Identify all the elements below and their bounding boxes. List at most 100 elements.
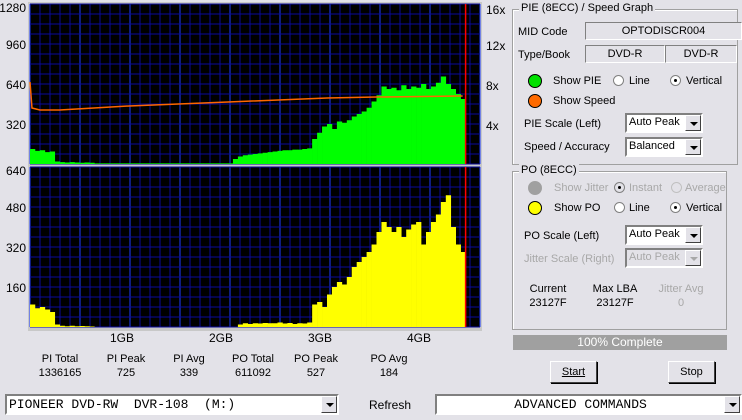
mid-code-label: MID Code <box>518 26 568 38</box>
po-bar <box>416 222 422 327</box>
disc-type-value: DVD-R <box>585 45 665 63</box>
po-bar <box>430 222 437 327</box>
po-bar <box>366 252 372 327</box>
pie-bar <box>133 163 140 164</box>
max-lba-label: Max LBA <box>592 283 638 295</box>
pie-bar <box>44 152 51 164</box>
stat-value: 1336165 <box>38 367 82 379</box>
pie-bar <box>208 163 214 164</box>
chevron-down-icon[interactable] <box>685 115 701 131</box>
pie-bar <box>223 163 229 164</box>
show-po-toggle[interactable] <box>528 201 542 215</box>
refresh-button[interactable]: Refresh <box>369 398 411 412</box>
pie-bar <box>158 163 164 164</box>
stat-value: 725 <box>116 367 136 379</box>
pie-bar <box>455 94 461 164</box>
pie-bar <box>341 122 348 164</box>
pie-bar <box>376 95 382 164</box>
po-bar <box>307 322 313 327</box>
po-bar <box>317 302 323 327</box>
max-lba-value: 23127F <box>596 297 634 309</box>
pie-bar <box>228 163 234 164</box>
po-bar <box>327 294 333 327</box>
stat-label: PI Avg <box>173 353 205 365</box>
stat-value: 527 <box>306 367 326 379</box>
pie-bar <box>138 163 145 164</box>
pie-bar <box>297 149 303 164</box>
po-bar <box>257 323 263 327</box>
speed-accuracy-select[interactable]: Balanced <box>625 137 703 157</box>
po-bar <box>89 326 95 327</box>
pie-line-radio[interactable] <box>613 75 624 86</box>
pie-bar <box>89 162 95 164</box>
pie-bar <box>322 126 328 164</box>
y2-tick-label: 8x <box>486 79 499 93</box>
pie-bar <box>153 163 159 164</box>
pie-vertical-radio[interactable] <box>670 75 681 86</box>
pie-bar <box>287 150 293 164</box>
po-line-radio[interactable] <box>614 202 625 213</box>
pie-bar <box>371 101 377 164</box>
po-bar <box>297 323 303 327</box>
pie-bar <box>59 162 65 164</box>
advanced-commands-select[interactable]: ADVANCED COMMANDS <box>435 394 742 415</box>
show-jitter-toggle <box>528 181 542 195</box>
po-bar <box>282 323 288 327</box>
x-tick-label: 3GB <box>308 331 332 345</box>
show-jitter-label: Show Jitter <box>554 182 609 194</box>
po-bar <box>346 277 353 327</box>
pie-bar <box>267 152 273 164</box>
po-bar <box>302 323 308 327</box>
speed-accuracy-value: Balanced <box>629 140 675 152</box>
show-pie-toggle[interactable] <box>528 74 542 88</box>
pie-bar <box>237 156 244 164</box>
pie-bar <box>34 150 41 164</box>
chevron-down-icon[interactable] <box>321 396 337 413</box>
drive-select[interactable]: PIONEER DVD-RW DVR-108 (M:) <box>5 394 339 415</box>
pie-scale-select[interactable]: Auto Peak <box>625 113 703 133</box>
y-tick-label: 320 <box>6 118 26 132</box>
po-bar <box>376 232 382 327</box>
chevron-down-icon[interactable] <box>685 139 701 155</box>
chevron-down-icon[interactable] <box>685 227 701 243</box>
po-bar <box>371 244 377 327</box>
jitter-avg-value: 0 <box>677 297 685 309</box>
pie-bar <box>351 116 357 164</box>
pie-bar <box>178 163 184 164</box>
pie-bar <box>247 154 254 164</box>
drive-value: PIONEER DVD-RW DVR-108 (M:) <box>9 397 236 412</box>
pie-bar <box>302 149 308 164</box>
stop-button[interactable]: Stop <box>668 361 715 383</box>
po-bar <box>445 195 452 327</box>
jitter-scale-select: Auto Peak <box>625 248 703 268</box>
po-bar <box>396 227 402 327</box>
po-bar <box>237 324 244 327</box>
pie-bar <box>94 163 100 164</box>
po-bar <box>351 267 357 327</box>
pie-bar <box>114 163 120 164</box>
po-scale-select[interactable]: Auto Peak <box>625 225 703 245</box>
mid-code-value: OPTODISCR004 <box>585 22 742 40</box>
po-bar <box>401 237 407 327</box>
po-vertical-radio[interactable] <box>670 202 681 213</box>
y-tick-label: 480 <box>6 201 26 215</box>
show-speed-toggle[interactable] <box>528 94 542 108</box>
pie-bar <box>232 159 239 164</box>
advanced-commands-value: ADVANCED COMMANDS <box>514 397 647 412</box>
pie-bar <box>168 163 174 164</box>
po-bar <box>341 284 348 327</box>
start-button[interactable]: Start <box>550 361 597 383</box>
pie-scale-value: Auto Peak <box>629 116 680 128</box>
po-bar <box>74 326 80 327</box>
pie-bar <box>30 149 36 164</box>
pie-bar <box>336 121 343 164</box>
pie-bar <box>213 163 219 164</box>
pie-bar <box>327 124 333 164</box>
pie-bar <box>435 82 442 164</box>
chevron-down-icon[interactable] <box>724 396 740 413</box>
po-scale-value: Auto Peak <box>629 228 680 240</box>
show-po-label: Show PO <box>554 202 601 214</box>
po-bar <box>322 307 328 327</box>
pie-bar <box>203 163 209 164</box>
pie-bar <box>406 89 412 164</box>
